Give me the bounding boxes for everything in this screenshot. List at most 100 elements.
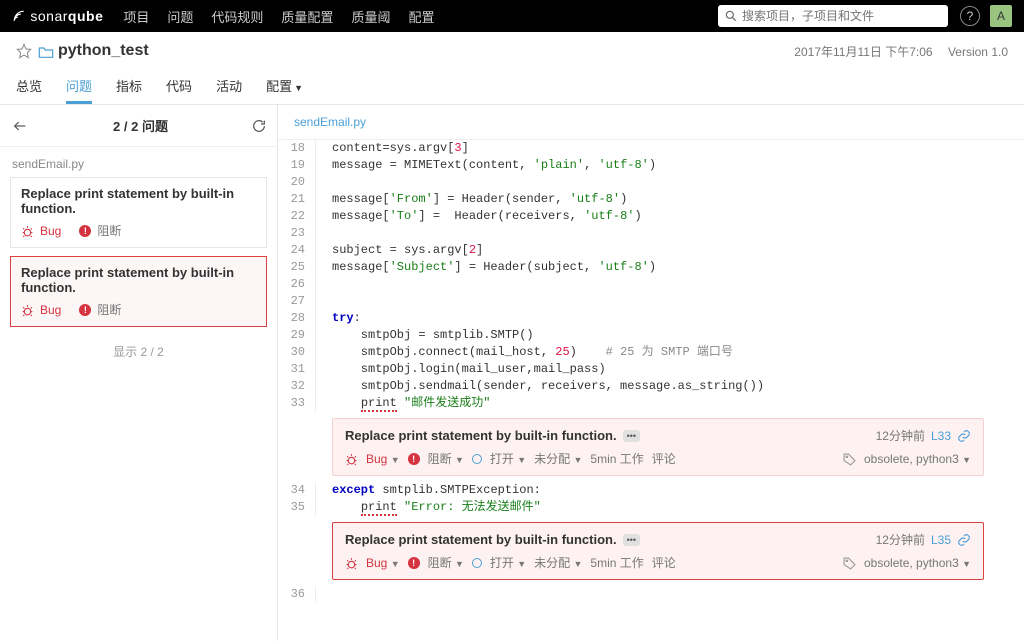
- issue-severity-dropdown[interactable]: 阻断 ▼: [428, 450, 464, 467]
- issues-sidebar: 2 / 2 问题 sendEmail.py Replace print stat…: [0, 105, 278, 641]
- issue-effort: 5min 工作: [590, 450, 643, 467]
- tab-活动[interactable]: 活动: [216, 70, 242, 104]
- issue-type-dropdown[interactable]: Bug ▼: [366, 452, 400, 466]
- code-line: 27: [278, 293, 1024, 310]
- back-arrow-icon[interactable]: [10, 115, 30, 136]
- nav-item-4[interactable]: 质量阈: [351, 10, 390, 25]
- nav-item-1[interactable]: 问题: [167, 10, 193, 25]
- code-line: 22message['To'] = Header(receivers, 'utf…: [278, 208, 1024, 225]
- inline-issue-title: Replace print statement by built-in func…: [345, 428, 617, 443]
- bug-icon: [345, 555, 358, 569]
- tab-指标[interactable]: 指标: [116, 70, 142, 104]
- code-line: 21message['From'] = Header(sender, 'utf-…: [278, 191, 1024, 208]
- line-number: 32: [278, 378, 316, 395]
- line-number: 20: [278, 174, 316, 191]
- permalink-icon[interactable]: [957, 428, 971, 443]
- permalink-icon[interactable]: [957, 532, 971, 547]
- code-line: 28try:: [278, 310, 1024, 327]
- code-line: 35 print "Error: 无法发送邮件": [278, 499, 1024, 516]
- issue-age: 12分钟前: [876, 531, 925, 548]
- tag-icon: [843, 555, 856, 569]
- line-number: 27: [278, 293, 316, 310]
- issue-status-dropdown[interactable]: 打开 ▼: [490, 450, 526, 467]
- search-input[interactable]: [742, 9, 942, 23]
- code-line: 26: [278, 276, 1024, 293]
- inline-issue: Replace print statement by built-in func…: [332, 418, 984, 476]
- code-line: 23: [278, 225, 1024, 242]
- issue-effort: 5min 工作: [590, 554, 643, 571]
- line-number: 30: [278, 344, 316, 361]
- line-number: 18: [278, 140, 316, 157]
- code-line: 33 print "邮件发送成功": [278, 395, 1024, 412]
- line-number: 36: [278, 586, 316, 603]
- issue-type-dropdown[interactable]: Bug ▼: [366, 556, 400, 570]
- inline-issue: Replace print statement by built-in func…: [332, 522, 984, 580]
- more-icon[interactable]: •••: [623, 534, 640, 546]
- project-date: 2017年11月11日 下午7:06: [794, 45, 932, 59]
- project-version: Version 1.0: [948, 45, 1008, 59]
- line-number: 21: [278, 191, 316, 208]
- issue-card[interactable]: Replace print statement by built-in func…: [10, 256, 267, 327]
- issue-tags-dropdown[interactable]: obsolete, python3 ▼: [864, 556, 971, 570]
- project-name[interactable]: python_test: [58, 42, 149, 60]
- line-number: 19: [278, 157, 316, 174]
- issue-card[interactable]: Replace print statement by built-in func…: [10, 177, 267, 248]
- issue-title: Replace print statement by built-in func…: [21, 265, 256, 295]
- issue-assignee-dropdown[interactable]: 未分配 ▼: [534, 554, 582, 571]
- line-number: 33: [278, 395, 316, 412]
- line-number: 29: [278, 327, 316, 344]
- issue-line-link[interactable]: L35: [931, 533, 951, 547]
- nav-item-2[interactable]: 代码规则: [211, 10, 263, 25]
- issues-count: 2 / 2 问题: [30, 116, 251, 135]
- code-line: 30 smtpObj.connect(mail_host, 25) # 25 为…: [278, 344, 1024, 361]
- code-line: 34except smtplib.SMTPException:: [278, 482, 1024, 499]
- search-box[interactable]: [718, 5, 948, 27]
- issue-severity-dropdown[interactable]: 阻断 ▼: [428, 554, 464, 571]
- nav-item-3[interactable]: 质量配置: [281, 10, 333, 25]
- line-number: 24: [278, 242, 316, 259]
- code-line: 25message['Subject'] = Header(subject, '…: [278, 259, 1024, 276]
- issue-status-dropdown[interactable]: 打开 ▼: [490, 554, 526, 571]
- issue-assignee-dropdown[interactable]: 未分配 ▼: [534, 450, 582, 467]
- tag-icon: [843, 451, 856, 465]
- logo[interactable]: sonarqube: [12, 8, 103, 24]
- bug-icon: [21, 302, 34, 316]
- severity-icon: !: [408, 557, 420, 569]
- tab-问题[interactable]: 问题: [66, 70, 92, 104]
- refresh-icon[interactable]: [251, 117, 267, 134]
- help-icon[interactable]: ?: [960, 6, 980, 26]
- code-line: 31 smtpObj.login(mail_user,mail_pass): [278, 361, 1024, 378]
- project-tabs: 总览问题指标代码活动配置▼: [16, 70, 1008, 104]
- bug-icon: [345, 451, 358, 465]
- code-line: 19message = MIMEText(content, 'plain', '…: [278, 157, 1024, 174]
- code-line: 18content=sys.argv[3]: [278, 140, 1024, 157]
- avatar[interactable]: A: [990, 5, 1012, 27]
- tab-代码[interactable]: 代码: [166, 70, 192, 104]
- issue-tags-dropdown[interactable]: obsolete, python3 ▼: [864, 452, 971, 466]
- topnav: sonarqube 项目 问题 代码规则 质量配置 质量阈 配置 ? A: [0, 0, 1024, 32]
- source-viewer: sendEmail.py 18content=sys.argv[3]19mess…: [278, 105, 1024, 641]
- status-icon: [472, 558, 482, 568]
- project-header: python_test 2017年11月11日 下午7:06 Version 1…: [0, 32, 1024, 105]
- issue-type: Bug: [40, 224, 61, 238]
- line-number: 35: [278, 499, 316, 516]
- tab-配置[interactable]: 配置▼: [266, 70, 303, 104]
- search-icon: [724, 9, 738, 23]
- issue-comments[interactable]: 评论: [652, 554, 676, 571]
- file-tab[interactable]: sendEmail.py: [278, 105, 1024, 140]
- nav-item-0[interactable]: 项目: [123, 10, 149, 25]
- tab-总览[interactable]: 总览: [16, 70, 42, 104]
- nav-item-5[interactable]: 配置: [408, 10, 434, 25]
- code-line: 32 smtpObj.sendmail(sender, receivers, m…: [278, 378, 1024, 395]
- line-number: 25: [278, 259, 316, 276]
- line-number: 26: [278, 276, 316, 293]
- issue-line-link[interactable]: L33: [931, 429, 951, 443]
- more-icon[interactable]: •••: [623, 430, 640, 442]
- issue-title: Replace print statement by built-in func…: [21, 186, 256, 216]
- line-number: 22: [278, 208, 316, 225]
- code-line: 29 smtpObj = smtplib.SMTP(): [278, 327, 1024, 344]
- severity-icon: !: [79, 304, 91, 316]
- code-line: 36: [278, 586, 1024, 603]
- issue-comments[interactable]: 评论: [652, 450, 676, 467]
- star-icon[interactable]: [16, 43, 32, 60]
